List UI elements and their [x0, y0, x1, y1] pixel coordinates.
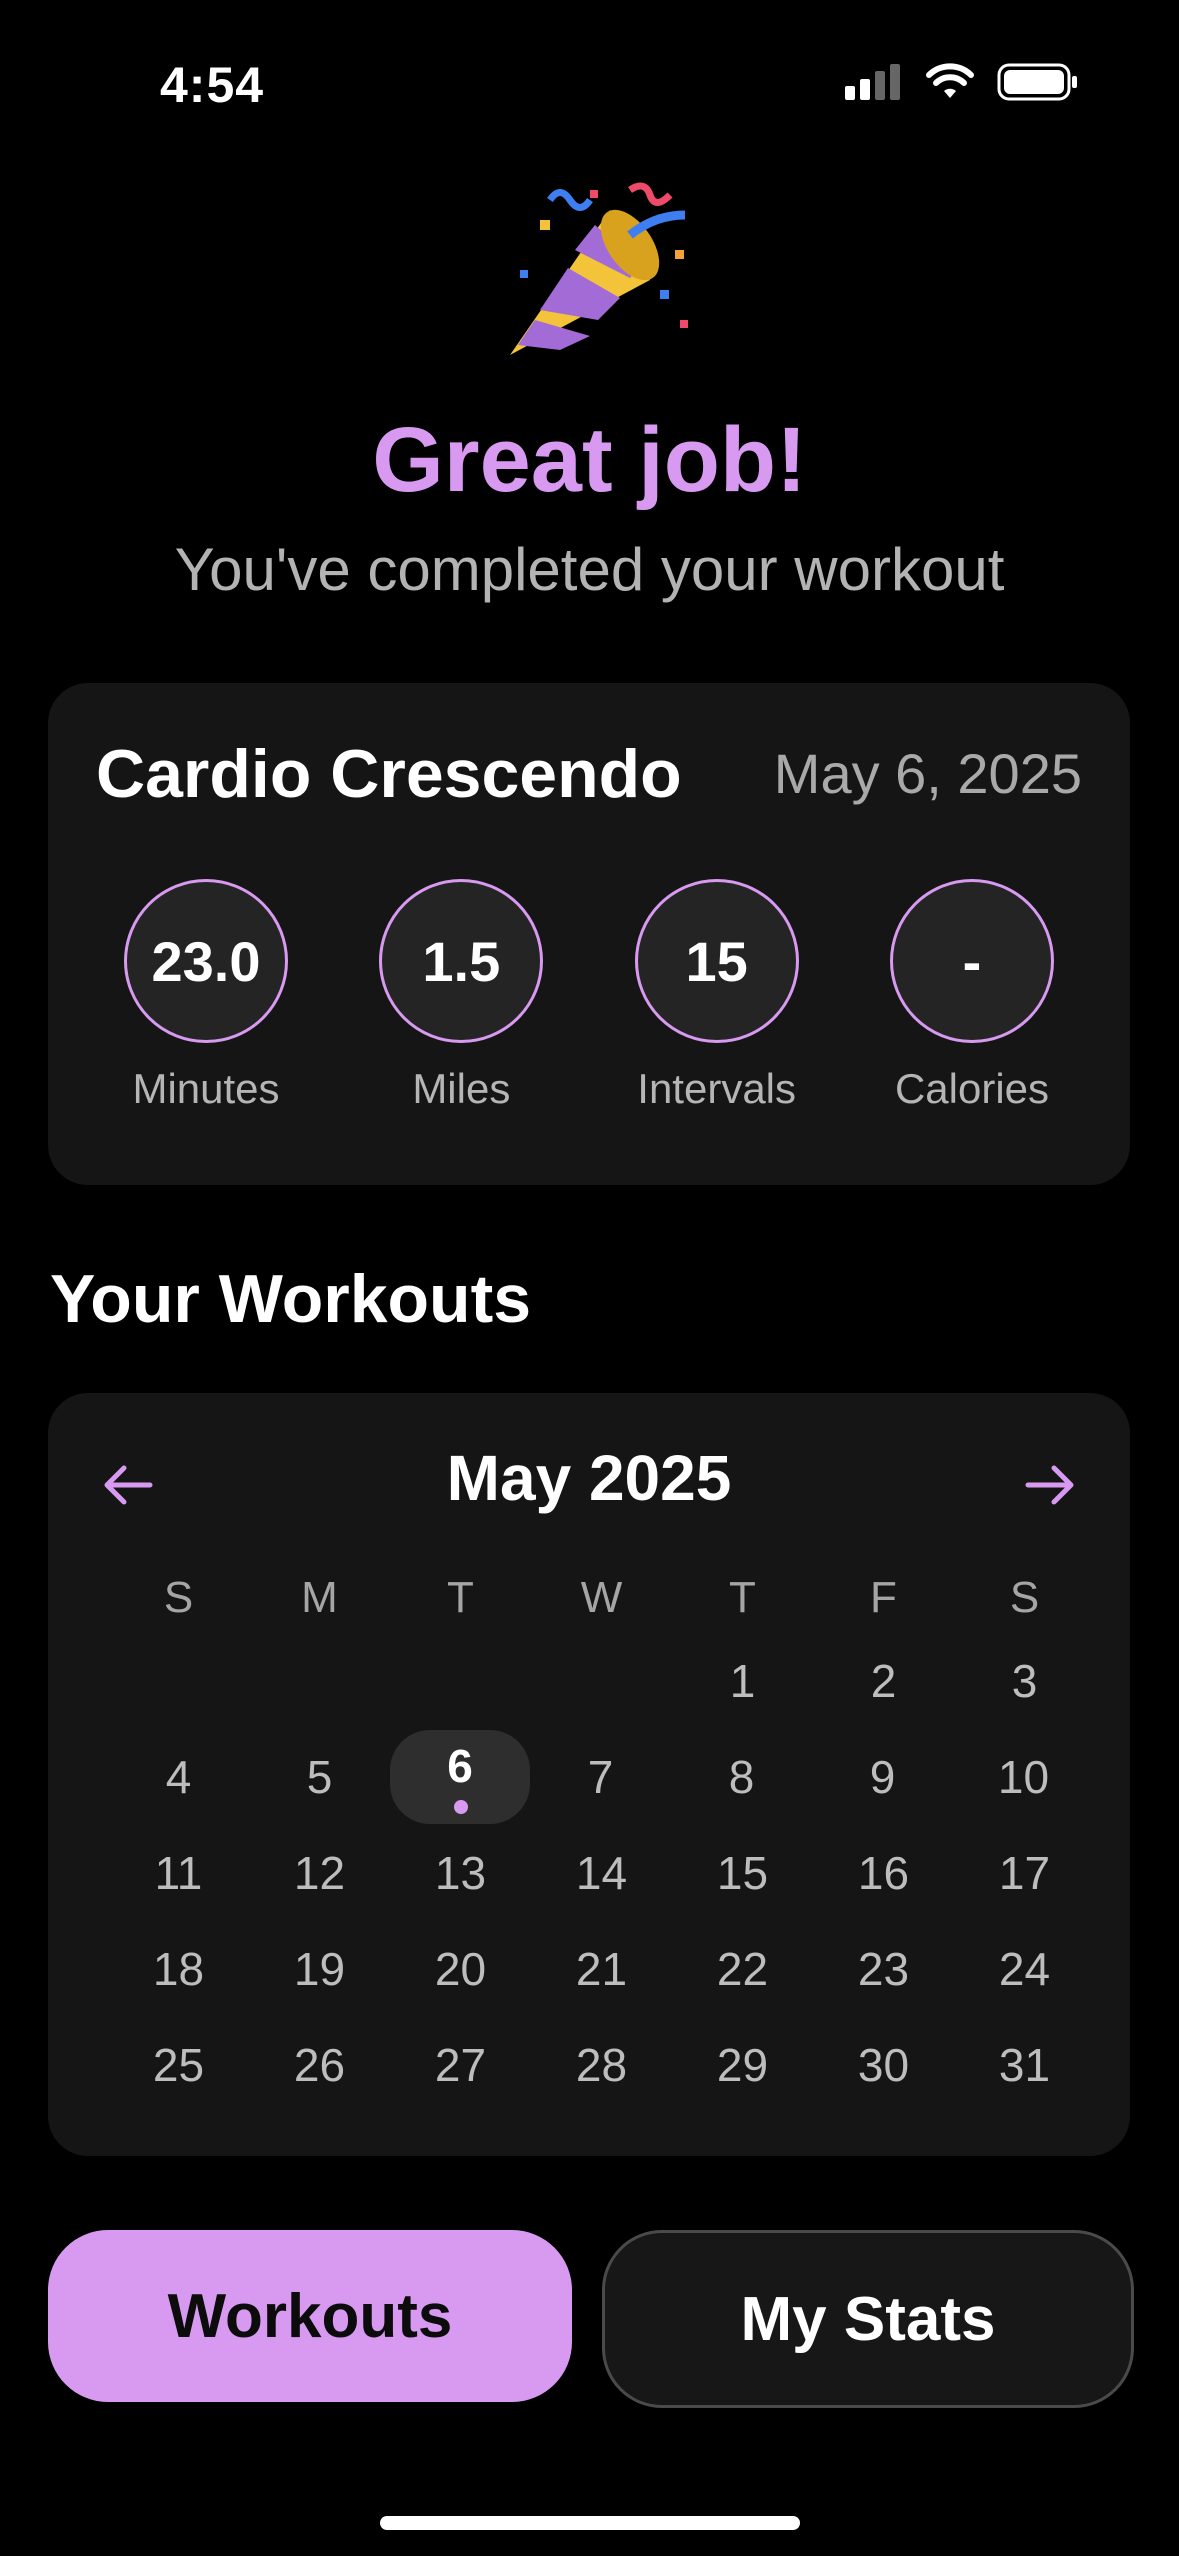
calendar-day[interactable]: 18 [108, 1942, 249, 1996]
selected-day-number: 6 [447, 1740, 473, 1792]
calendar-day[interactable]: 17 [954, 1846, 1095, 1900]
next-month-arrow-icon[interactable] [1020, 1455, 1080, 1515]
calendar-day[interactable]: 8 [671, 1750, 812, 1804]
battery-icon [997, 63, 1077, 101]
workout-date: May 6, 2025 [773, 742, 1082, 805]
calendar-day[interactable]: 15 [672, 1846, 813, 1900]
workout-name: Cardio Crescendo [96, 736, 682, 812]
weekday-label: T [447, 1573, 474, 1622]
calendar-card: May 2025 S M T W T F S 1 2 3 4 5 6 7 8 9… [48, 1393, 1130, 2156]
calendar-day[interactable]: 25 [108, 2038, 249, 2092]
weekday-label: W [580, 1573, 623, 1622]
stat-label: Minutes [132, 1065, 280, 1112]
calendar-day[interactable]: 30 [813, 2038, 954, 2092]
stat-value: 23.0 [124, 879, 288, 1043]
party-popper-icon [510, 182, 688, 355]
calendar-day-selected[interactable]: 6 [390, 1730, 530, 1824]
calendar-day[interactable]: 9 [812, 1750, 953, 1804]
stat-calories: - Calories [872, 879, 1072, 1113]
stat-label: Intervals [637, 1065, 797, 1112]
calendar-day[interactable]: 12 [249, 1846, 390, 1900]
calendar-day[interactable]: 22 [672, 1942, 813, 1996]
calendar-month-title: May 2025 [446, 1442, 732, 1514]
calendar-day[interactable]: 20 [390, 1942, 531, 1996]
status-time: 4:54 [160, 57, 265, 113]
workouts-button[interactable]: Workouts [48, 2230, 572, 2402]
calendar-day[interactable]: 10 [953, 1750, 1094, 1804]
calendar-day[interactable]: 26 [249, 2038, 390, 2092]
calendar-day[interactable]: 3 [954, 1654, 1095, 1708]
weekday-label: S [163, 1573, 194, 1622]
calendar-day[interactable]: 29 [672, 2038, 813, 2092]
calendar-week: 25 26 27 28 29 30 31 [108, 2017, 1095, 2113]
stat-intervals: 15 Intervals [617, 879, 817, 1113]
stat-minutes: 23.0 Minutes [106, 879, 306, 1113]
calendar-day[interactable]: 1 [672, 1654, 813, 1708]
calendar-week: 1 2 3 [108, 1633, 1095, 1729]
calendar-day[interactable]: 27 [390, 2038, 531, 2092]
workout-summary-card: Cardio Crescendo May 6, 2025 23.0 Minute… [48, 683, 1130, 1185]
calendar-day[interactable]: 5 [249, 1750, 390, 1804]
weekday-label: S [1009, 1573, 1040, 1622]
calendar-day[interactable]: 28 [531, 2038, 672, 2092]
workout-stats: 23.0 Minutes 1.5 Miles 15 Intervals - Ca… [78, 879, 1100, 1113]
workout-indicator-dot [454, 1800, 468, 1814]
calendar-day[interactable]: 24 [954, 1942, 1095, 1996]
section-title: Your Workouts [50, 1261, 532, 1337]
hero-title: Great job! [372, 409, 807, 511]
weekday-label: T [729, 1573, 756, 1622]
calendar-day[interactable]: 23 [813, 1942, 954, 1996]
calendar-week: 18 19 20 21 22 23 24 [108, 1921, 1095, 2017]
calendar-day[interactable]: 21 [531, 1942, 672, 1996]
calendar-day[interactable]: 4 [108, 1750, 249, 1804]
stat-miles: 1.5 Miles [361, 879, 561, 1113]
wifi-icon [926, 63, 974, 98]
calendar-week: 4 5 6 7 8 9 10 [108, 1729, 1095, 1825]
weekday-label: F [870, 1573, 897, 1622]
my-stats-button[interactable]: My Stats [602, 2230, 1134, 2408]
calendar-grid: S M T W T F S 1 2 3 4 5 6 7 8 9 10 11 12… [108, 1563, 1095, 2113]
calendar-day[interactable]: 19 [249, 1942, 390, 1996]
calendar-day[interactable]: 14 [531, 1846, 672, 1900]
calendar-day[interactable]: 16 [813, 1846, 954, 1900]
hero-subtitle: You've completed your workout [174, 536, 1005, 603]
calendar-day[interactable]: 2 [813, 1654, 954, 1708]
calendar-day[interactable]: 7 [530, 1750, 671, 1804]
stat-value: - [889, 879, 1054, 1043]
stat-value: 1.5 [379, 879, 544, 1043]
calendar-week: 11 12 13 14 15 16 17 [108, 1825, 1095, 1921]
cellular-signal-icon [845, 64, 900, 100]
status-icons [843, 62, 1079, 102]
weekday-header-row: S M T W T F S [108, 1563, 1095, 1633]
home-indicator[interactable] [380, 2516, 800, 2530]
weekday-label: M [301, 1573, 338, 1622]
stat-value: 15 [634, 879, 799, 1043]
status-bar: 4:54 [0, 0, 1179, 170]
calendar-day[interactable]: 31 [954, 2038, 1095, 2092]
stat-label: Miles [412, 1065, 511, 1112]
calendar-day[interactable]: 13 [390, 1846, 531, 1900]
stat-label: Calories [894, 1065, 1050, 1112]
calendar-day[interactable]: 11 [108, 1846, 249, 1900]
